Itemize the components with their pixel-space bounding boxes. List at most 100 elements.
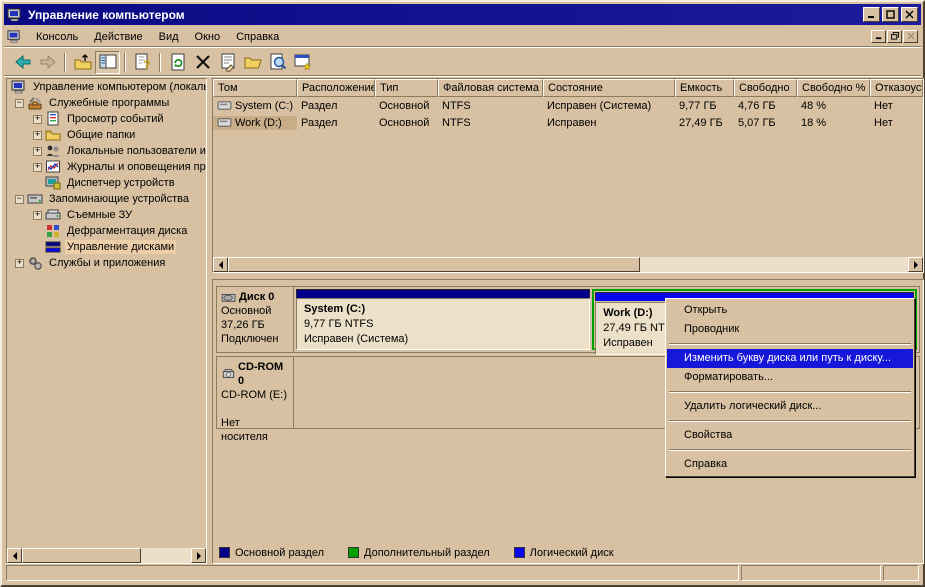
scroll-left-button[interactable] <box>213 257 228 272</box>
minimize-button[interactable] <box>863 7 880 22</box>
tree-item[interactable]: + Журналы и оповещения пр <box>7 159 206 175</box>
volume-cell: Исправен (Система) <box>543 99 675 113</box>
tree-item-label: Журналы и оповещения пр <box>65 160 207 174</box>
context-menu-item[interactable]: Справка <box>667 455 913 474</box>
volume-list-horizontal-scrollbar[interactable] <box>213 257 923 272</box>
menu-вид[interactable]: Вид <box>151 28 187 46</box>
collapse-toggle[interactable]: − <box>15 195 24 204</box>
refresh-icon[interactable] <box>165 51 190 74</box>
tree-item[interactable]: Управление компьютером (локаль <box>7 79 206 95</box>
column-header[interactable]: Емкость <box>675 79 734 97</box>
volume-cell: Раздел <box>297 116 375 130</box>
tree-item[interactable]: Управление дисками <box>7 239 206 255</box>
title-bar[interactable]: Управление компьютером <box>4 4 921 25</box>
legend-color-swatch <box>219 547 230 558</box>
column-header[interactable]: Свободно % <box>797 79 870 97</box>
menu-окно[interactable]: Окно <box>187 28 229 46</box>
expand-toggle[interactable]: + <box>33 115 42 124</box>
child-minimize-button[interactable] <box>871 30 886 43</box>
expand-toggle[interactable]: + <box>33 211 42 220</box>
status-bar <box>4 563 921 583</box>
open-folder-icon[interactable] <box>240 51 265 74</box>
column-header[interactable]: Отказоустойчивость <box>870 79 923 97</box>
tree-item[interactable]: + Службы и приложения <box>7 255 206 271</box>
maximize-button[interactable] <box>882 7 899 22</box>
volume-cell: Основной <box>375 116 438 130</box>
scroll-right-button[interactable] <box>908 257 923 272</box>
find-icon[interactable] <box>265 51 290 74</box>
volume-row[interactable]: System (C:)РазделОсновнойNTFSИсправен (С… <box>213 97 923 114</box>
menu-действие[interactable]: Действие <box>86 28 150 46</box>
expand-toggle[interactable]: + <box>15 259 24 268</box>
tree-item[interactable]: +Общие папки <box>7 127 206 143</box>
console-window-icon[interactable] <box>290 51 315 74</box>
volume-cell: 27,49 ГБ <box>675 116 734 130</box>
volume-cell: Исправен <box>543 116 675 130</box>
volume-cell: NTFS <box>438 116 543 130</box>
scroll-thumb[interactable] <box>22 548 141 563</box>
device-manager-icon <box>45 175 62 191</box>
expand-toggle[interactable]: + <box>33 147 42 156</box>
scroll-left-button[interactable] <box>7 548 22 563</box>
menu-консоль[interactable]: Консоль <box>28 28 86 46</box>
cdrom-info[interactable]: CD-ROM 0 CD-ROM (E:) Нет носителя <box>217 357 294 428</box>
tree-item[interactable]: +Съемные ЗУ <box>7 207 206 223</box>
tree-item[interactable]: + Просмотр событий <box>7 111 206 127</box>
disk0-info[interactable]: Диск 0 Основной 37,26 ГБ Подключен <box>217 287 294 352</box>
tree-item-label: Локальные пользователи и <box>65 144 207 158</box>
context-menu-item[interactable]: Форматировать... <box>667 368 913 387</box>
scroll-thumb[interactable] <box>228 257 640 272</box>
tree-item-label: Просмотр событий <box>65 112 166 126</box>
context-menu-item[interactable]: Проводник <box>667 320 913 339</box>
column-header[interactable]: Свободно <box>734 79 797 97</box>
up-folder-icon[interactable] <box>70 51 95 74</box>
context-menu-item[interactable]: Свойства <box>667 426 913 445</box>
volume-cell: 4,76 ГБ <box>734 99 797 113</box>
volume-list-panel: ТомРасположениеТипФайловая системаСостоя… <box>212 78 924 273</box>
context-menu-item[interactable]: Удалить логический диск... <box>667 397 913 416</box>
column-header[interactable]: Файловая система <box>438 79 543 97</box>
tree-item-label: Дефрагментация диска <box>65 224 189 238</box>
context-menu-item[interactable]: Открыть <box>667 301 913 320</box>
volume-row[interactable]: Work (D:)РазделОсновнойNTFSИсправен27,49… <box>213 114 923 131</box>
column-header[interactable]: Расположение <box>297 79 375 97</box>
column-header[interactable]: Том <box>213 79 297 97</box>
column-header[interactable]: Состояние <box>543 79 675 97</box>
child-close-button[interactable] <box>903 30 918 43</box>
properties-icon[interactable] <box>215 51 240 74</box>
help-icon[interactable]: ? <box>130 51 155 74</box>
tree-item[interactable]: Дефрагментация диска <box>7 223 206 239</box>
legend-label: Дополнительный раздел <box>364 547 490 559</box>
volume-cell: 18 % <box>797 116 870 130</box>
legend-color-swatch <box>514 547 525 558</box>
tree-item[interactable]: −Запоминающие устройства <box>7 191 206 207</box>
menu-справка[interactable]: Справка <box>228 28 287 46</box>
status-segment <box>883 565 919 581</box>
partition-size: 9,77 ГБ NTFS <box>304 317 582 332</box>
partition-block[interactable]: System (C:)9,77 ГБ NTFSИсправен (Система… <box>296 289 590 350</box>
volume-cell: Нет <box>870 116 924 130</box>
show-tree-icon[interactable] <box>95 51 120 74</box>
context-menu-item[interactable]: Изменить букву диска или путь к диску... <box>667 349 913 368</box>
child-restore-button[interactable] <box>887 30 902 43</box>
defrag-icon <box>45 223 62 239</box>
tree-item-label: Служебные программы <box>47 96 171 110</box>
tools-icon <box>27 95 44 111</box>
drive-icon <box>217 117 232 128</box>
console-tree: Управление компьютером (локаль − Служебные… <box>6 78 207 564</box>
tree-item[interactable]: − Служебные программы <box>7 95 206 111</box>
scroll-right-button[interactable] <box>191 548 206 563</box>
close-button[interactable] <box>901 7 918 22</box>
tree-item[interactable]: + Локальные пользователи и <box>7 143 206 159</box>
column-header[interactable]: Тип <box>375 79 438 97</box>
expand-toggle[interactable]: + <box>33 163 42 172</box>
back-icon[interactable] <box>10 51 35 74</box>
tree-item-label: Службы и приложения <box>47 256 167 270</box>
delete-icon[interactable] <box>190 51 215 74</box>
toolbar-separator <box>159 53 161 72</box>
window-title: Управление компьютером <box>28 8 861 22</box>
expand-toggle[interactable]: + <box>33 131 42 140</box>
collapse-toggle[interactable]: − <box>15 99 24 108</box>
tree-horizontal-scrollbar[interactable] <box>7 548 206 563</box>
tree-item[interactable]: Диспетчер устройств <box>7 175 206 191</box>
